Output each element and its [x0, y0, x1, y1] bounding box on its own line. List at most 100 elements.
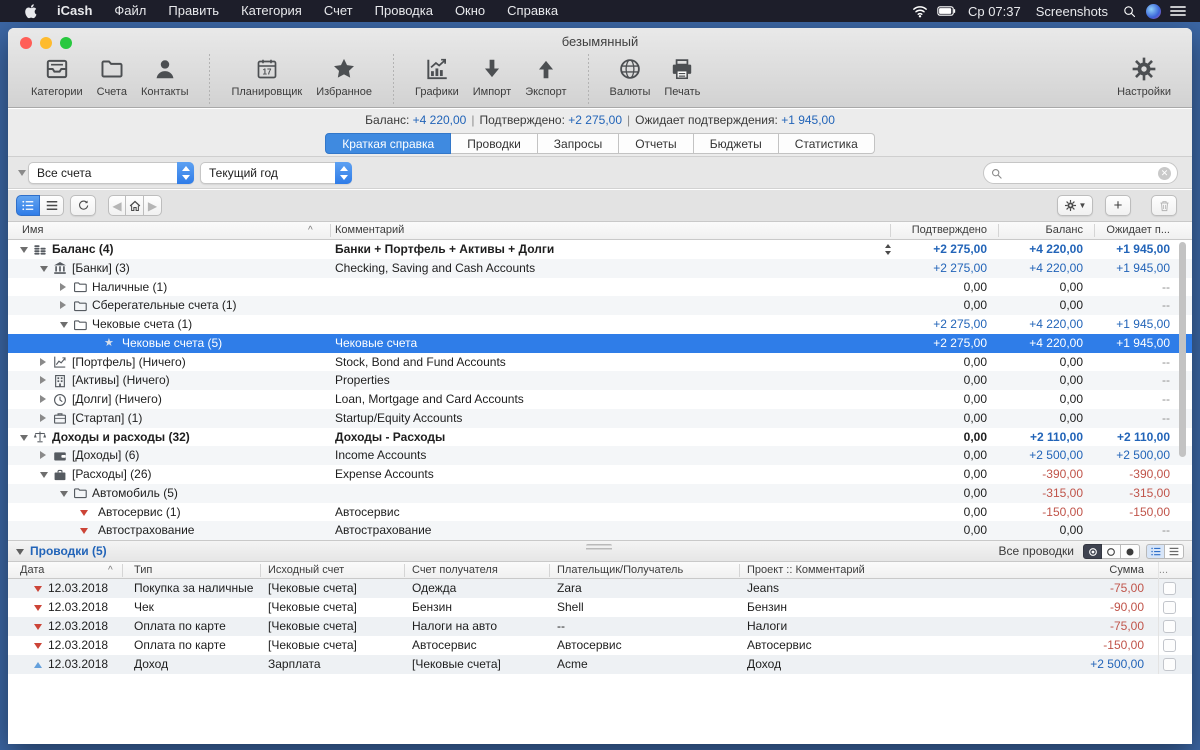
account-row-баланс-4-[interactable]: Баланс (4) Банки + Портфель + Активы + Д… — [8, 240, 1192, 259]
account-row--портфель-ничего-[interactable]: [Портфель] (Ничего) Stock, Bond and Fund… — [8, 353, 1192, 372]
tab-статистика[interactable]: Статистика — [779, 133, 875, 154]
disclosure-right-icon[interactable] — [60, 283, 66, 291]
col-header-pending[interactable]: Ожидает п... — [1106, 222, 1170, 239]
tab-проводки[interactable]: Проводки — [451, 133, 538, 154]
apple-menu-icon[interactable] — [16, 3, 46, 19]
menu-item-файл[interactable]: Файл — [103, 3, 157, 18]
filter-disclosure-icon[interactable] — [18, 170, 26, 176]
transaction-row[interactable]: 12.03.2018 Оплата по карте [Чековые счет… — [8, 636, 1192, 655]
col-header-date[interactable]: Дата — [20, 562, 44, 579]
flat-view-button[interactable] — [40, 195, 64, 216]
account-row-доходы-и-расходы-32-[interactable]: Доходы и расходы (32) Доходы - Расходы 0… — [8, 428, 1192, 447]
transaction-row[interactable]: 12.03.2018 Чек [Чековые счета] Бензин Sh… — [8, 598, 1192, 617]
disclosure-right-icon[interactable] — [40, 395, 46, 403]
tab-бюджеты[interactable]: Бюджеты — [694, 133, 779, 154]
disclosure-right-icon[interactable] — [40, 376, 46, 384]
toolbar-charts-button[interactable]: Графики — [408, 52, 466, 100]
account-row--долги-ничего-[interactable]: [Долги] (Ничего) Loan, Mortgage and Card… — [8, 390, 1192, 409]
battery-icon[interactable] — [937, 2, 957, 20]
menu-item-проводка[interactable]: Проводка — [364, 3, 444, 18]
account-row-наличные-1-[interactable]: Наличные (1) 0,00 0,00 -- — [8, 278, 1192, 297]
search-box[interactable]: ✕ — [983, 162, 1178, 184]
disclosure-right-icon[interactable] — [60, 301, 66, 309]
col-header-project[interactable]: Проект :: Комментарий — [747, 562, 865, 579]
account-row--банки-3-[interactable]: [Банки] (3) Checking, Saving and Cash Ac… — [8, 259, 1192, 278]
menu-clock[interactable]: Ср 07:37 — [964, 4, 1025, 19]
menu-item-править[interactable]: Править — [157, 3, 230, 18]
account-row--доходы-6-[interactable]: [Доходы] (6) Income Accounts 0,00 +2 500… — [8, 446, 1192, 465]
detailed-list-button[interactable] — [1146, 544, 1165, 559]
disclosure-down-icon[interactable] — [20, 247, 28, 253]
toolbar-print-button[interactable]: Печать — [657, 52, 707, 100]
col-header-confirmed[interactable]: Подтверждено — [912, 222, 987, 239]
account-row-чековые-счета-5-[interactable]: ★ Чековые счета (5) Чековые счета +2 275… — [8, 334, 1192, 353]
col-header-source[interactable]: Исходный счет — [268, 562, 344, 579]
col-header-payee[interactable]: Плательщик/Получатель — [557, 562, 683, 579]
splitter-handle[interactable] — [586, 544, 612, 551]
menu-item-окно[interactable]: Окно — [444, 3, 496, 18]
col-header-type[interactable]: Тип — [134, 562, 152, 579]
siri-icon[interactable] — [1146, 4, 1161, 19]
menu-item-icash[interactable]: iCash — [46, 3, 103, 18]
action-menu-button[interactable]: ▼ — [1057, 195, 1093, 216]
col-header-target[interactable]: Счет получателя — [412, 562, 498, 579]
clear-search-icon[interactable]: ✕ — [1158, 167, 1171, 180]
tab-краткая-справка[interactable]: Краткая справка — [325, 133, 451, 154]
toolbar-export-button[interactable]: Экспорт — [518, 52, 573, 100]
tx-checkbox[interactable] — [1163, 601, 1176, 614]
wifi-icon[interactable] — [910, 2, 930, 20]
disclosure-right-icon[interactable] — [40, 451, 46, 459]
toolbar-categories-button[interactable]: Категории — [24, 52, 90, 100]
disclosure-down-icon[interactable] — [60, 491, 68, 497]
accounts-scrollbar[interactable] — [1179, 242, 1186, 457]
tab-запросы[interactable]: Запросы — [538, 133, 619, 154]
disclosure-down-icon[interactable] — [40, 472, 48, 478]
disclosure-down-icon[interactable] — [60, 322, 68, 328]
col-header-name[interactable]: Имя — [22, 222, 43, 239]
toolbar-contacts-button[interactable]: Контакты — [134, 52, 196, 100]
home-button[interactable] — [126, 195, 144, 216]
toolbar-settings-button[interactable]: Настройки — [1110, 52, 1178, 100]
col-header-amount[interactable]: Сумма — [1109, 562, 1144, 579]
col-header-more[interactable]: ... — [1159, 562, 1168, 579]
active-app-name[interactable]: Screenshots — [1032, 4, 1112, 19]
account-row-автосервис-1-[interactable]: Автосервис (1) Автосервис 0,00 -150,00 -… — [8, 503, 1192, 522]
accounts-filter-select[interactable]: Все счета — [28, 162, 194, 184]
tx-checkbox[interactable] — [1163, 639, 1176, 652]
disclosure-down-icon[interactable] — [20, 435, 28, 441]
account-row-автомобиль-5-[interactable]: Автомобиль (5) 0,00 -315,00 -315,00 — [8, 484, 1192, 503]
period-filter-select[interactable]: Текущий год — [200, 162, 352, 184]
toolbar-calendar-button[interactable]: 17 Планировщик — [224, 52, 309, 100]
simple-list-button[interactable] — [1165, 544, 1184, 559]
add-button[interactable]: + — [1105, 195, 1131, 216]
transaction-row[interactable]: 12.03.2018 Доход Зарплата [Чековые счета… — [8, 655, 1192, 674]
toolbar-import-button[interactable]: Импорт — [466, 52, 518, 100]
menu-item-счет[interactable]: Счет — [313, 3, 364, 18]
account-row-сберегательные-счета-1-[interactable]: Сберегательные счета (1) 0,00 0,00 -- — [8, 296, 1192, 315]
tx-checkbox[interactable] — [1163, 658, 1176, 671]
menu-item-справка[interactable]: Справка — [496, 3, 569, 18]
spotlight-icon[interactable] — [1119, 2, 1139, 20]
section-disclosure-icon[interactable] — [16, 549, 24, 555]
disclosure-right-icon[interactable] — [40, 358, 46, 366]
account-row--расходы-26-[interactable]: [Расходы] (26) Expense Accounts 0,00 -39… — [8, 465, 1192, 484]
confirmed-transactions-button[interactable] — [1121, 544, 1140, 559]
transaction-row[interactable]: 12.03.2018 Оплата по карте [Чековые счет… — [8, 617, 1192, 636]
delete-button[interactable] — [1151, 195, 1177, 216]
search-input[interactable] — [1003, 166, 1158, 180]
account-row-автострахование[interactable]: Автострахование Автострахование 0,00 0,0… — [8, 521, 1192, 540]
account-row--активы-ничего-[interactable]: [Активы] (Ничего) Properties 0,00 0,00 -… — [8, 371, 1192, 390]
col-header-balance[interactable]: Баланс — [1046, 222, 1083, 239]
disclosure-down-icon[interactable] — [40, 266, 48, 272]
tab-отчеты[interactable]: Отчеты — [619, 133, 693, 154]
col-header-comment[interactable]: Комментарий — [335, 222, 404, 239]
tree-view-button[interactable] — [16, 195, 40, 216]
all-transactions-button[interactable] — [1083, 544, 1102, 559]
account-row-чековые-счета-1-[interactable]: Чековые счета (1) +2 275,00 +4 220,00 +1… — [8, 315, 1192, 334]
transaction-row[interactable]: 12.03.2018 Покупка за наличные [Чековые … — [8, 579, 1192, 598]
pending-transactions-button[interactable] — [1102, 544, 1121, 559]
tx-checkbox[interactable] — [1163, 620, 1176, 633]
refresh-button[interactable] — [70, 195, 96, 216]
forward-button[interactable]: ▶ — [144, 195, 162, 216]
tx-checkbox[interactable] — [1163, 582, 1176, 595]
